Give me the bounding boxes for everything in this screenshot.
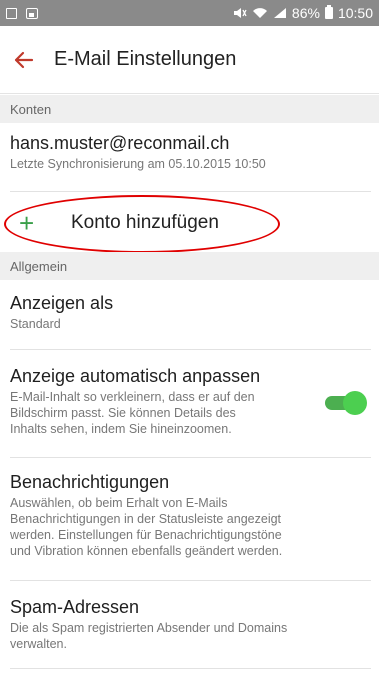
account-item[interactable]: hans.muster@reconmail.ch Letzte Synchron… (0, 133, 379, 172)
display-as-title: Anzeigen als (10, 293, 114, 313)
account-sync-status: Letzte Synchronisierung am 05.10.2015 10… (10, 157, 266, 171)
divider (10, 349, 371, 350)
notifications-title: Benachrichtigungen (10, 472, 170, 492)
highlight-circle (4, 195, 280, 253)
spam-summary-line: Die als Spam registrierten Absender und … (10, 621, 288, 635)
display-as-setting[interactable]: Anzeigen als Standard (0, 293, 379, 332)
account-email: hans.muster@reconmail.ch (10, 133, 230, 153)
screenshot-icon (6, 7, 17, 19)
back-arrow-icon[interactable] (14, 48, 38, 72)
status-bar: 86% 10:50 (0, 0, 379, 26)
divider (10, 668, 371, 669)
divider (10, 580, 371, 581)
section-header-general: Allgemein (0, 252, 379, 280)
auto-fit-title: Anzeige automatisch anpassen (10, 366, 261, 386)
auto-fit-toggle[interactable] (325, 391, 367, 415)
spam-title: Spam-Adressen (10, 597, 140, 617)
auto-fit-setting[interactable]: Anzeige automatisch anpassen E-Mail-Inha… (0, 366, 379, 437)
section-header-accounts: Konten (0, 95, 379, 123)
app-bar: E-Mail Einstellungen (0, 26, 379, 94)
spam-addresses-setting[interactable]: Spam-Adressen Die als Spam registrierten… (0, 597, 379, 652)
wifi-icon (252, 8, 267, 18)
divider (10, 457, 371, 458)
notifications-summary-line: werden. Einstellungen für Benachrichtigu… (10, 528, 282, 542)
auto-fit-summary-line: Inhalts sehen, indem Sie hineinzoomen. (10, 422, 232, 436)
mute-icon (233, 8, 247, 18)
signal-icon (273, 8, 286, 18)
battery-icon (324, 5, 333, 19)
auto-fit-summary-line: Bildschirm passt. Sie können Details des (10, 406, 236, 420)
clock: 10:50 (337, 5, 373, 21)
divider (10, 191, 371, 192)
gallery-icon (26, 7, 38, 19)
notifications-summary-line: Benachrichtigungen in der Statusleiste a… (10, 512, 282, 526)
spam-summary-line: verwalten. (10, 637, 67, 651)
auto-fit-summary-line: E-Mail-Inhalt so verkleinern, dass er au… (10, 390, 255, 404)
notifications-summary-line: Auswählen, ob beim Erhalt von E-Mails (10, 496, 228, 510)
display-as-value: Standard (10, 317, 61, 331)
page-title: E-Mail Einstellungen (54, 48, 237, 70)
toggle-knob (343, 391, 367, 415)
notifications-summary-line: und Vibration können ebenfalls geändert … (10, 544, 283, 558)
notifications-setting[interactable]: Benachrichtigungen Auswählen, ob beim Er… (0, 472, 379, 559)
battery-percent: 86% (291, 5, 320, 21)
